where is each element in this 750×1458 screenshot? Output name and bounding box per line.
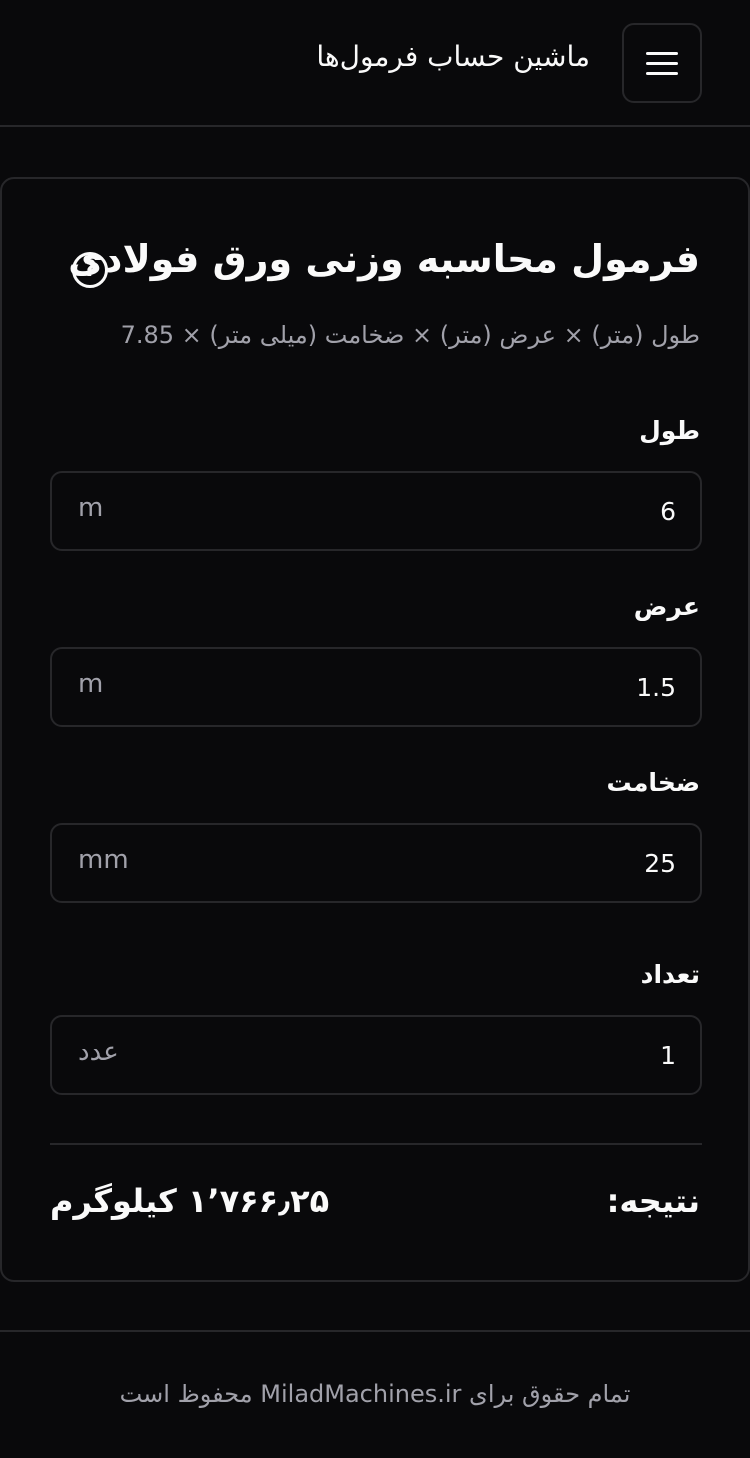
result-value: ۱٬۷۶۶٫۲۵ کیلوگرم xyxy=(50,1182,330,1220)
quantity-label: تعداد xyxy=(640,960,700,989)
quantity-unit: عدد xyxy=(78,1037,119,1067)
menu-button[interactable] xyxy=(622,23,702,103)
length-label: طول xyxy=(639,416,700,445)
calculator-title: فرمول محاسبه وزنی ورق فولادی xyxy=(68,237,700,281)
quantity-input[interactable] xyxy=(276,1017,676,1093)
calculator-card: فرمول محاسبه وزنی ورق فولادی ? طول (متر)… xyxy=(0,177,750,1282)
width-input[interactable] xyxy=(276,649,676,725)
hamburger-menu-icon xyxy=(646,51,678,55)
app-title: ماشین حساب فرمول‌ها xyxy=(316,40,590,73)
thickness-input[interactable] xyxy=(276,825,676,901)
question-circle-icon[interactable]: ? xyxy=(72,252,108,288)
thickness-field: mm xyxy=(50,823,702,903)
result-label: نتیجه: xyxy=(606,1182,700,1220)
quantity-field: عدد xyxy=(50,1015,702,1095)
width-field: m xyxy=(50,647,702,727)
formula-text: طول (متر) × عرض (متر) × ضخامت (میلی متر)… xyxy=(120,321,700,349)
result-divider xyxy=(50,1143,702,1145)
page-footer: تمام حقوق برای MiladMachines.ir محفوظ اس… xyxy=(0,1330,750,1458)
thickness-label: ضخامت xyxy=(606,768,700,797)
app-header: ماشین حساب فرمول‌ها xyxy=(0,0,750,127)
length-unit: m xyxy=(78,493,104,523)
footer-copyright: تمام حقوق برای MiladMachines.ir محفوظ اس… xyxy=(119,1380,631,1408)
width-label: عرض xyxy=(633,592,700,621)
width-unit: m xyxy=(78,669,104,699)
length-field: m xyxy=(50,471,702,551)
thickness-unit: mm xyxy=(78,845,129,875)
length-input[interactable] xyxy=(276,473,676,549)
